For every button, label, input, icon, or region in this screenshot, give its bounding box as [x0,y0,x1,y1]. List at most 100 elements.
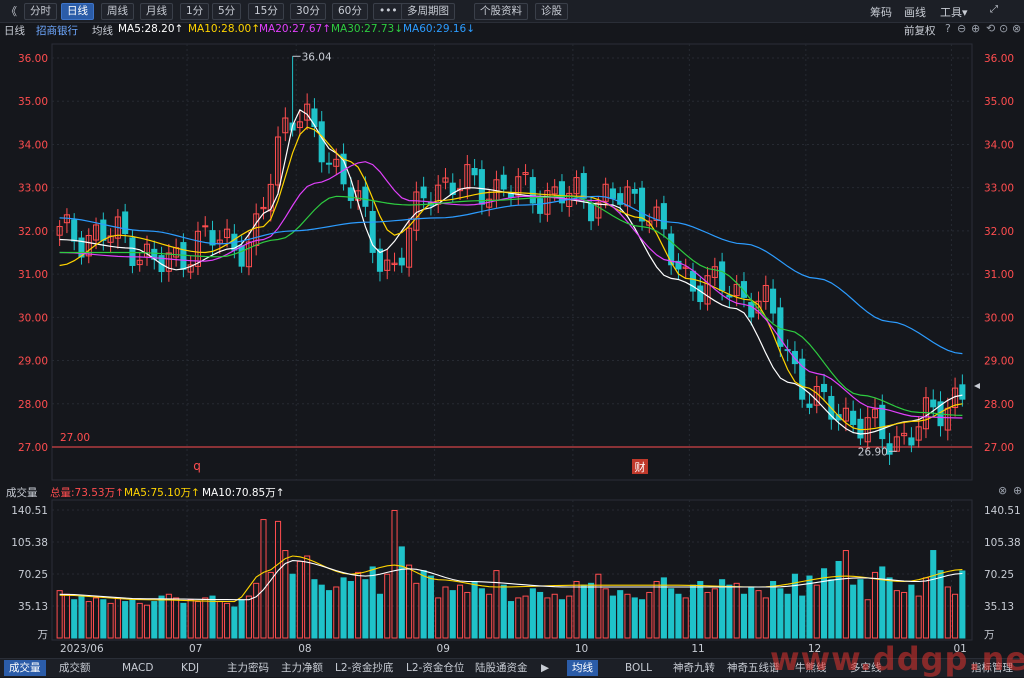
volume-bar [478,588,485,639]
volume-total: 总量:73.53万↑ [50,487,124,499]
volume-bar [704,591,711,639]
volume-title: 成交量 [6,487,38,499]
ind-next-arrow[interactable]: ▶ [536,660,554,676]
ind-kdj[interactable]: KDJ [176,660,204,676]
ind-magic9[interactable]: 神奇九转 [668,660,720,676]
volume-bar [143,604,151,639]
candle-body [420,186,427,199]
month-label: 11 [691,643,704,655]
price-tick-left: 35.00 [18,96,48,108]
volume-bar [820,568,828,639]
volume-tick-right: 140.51 [984,505,1021,517]
volume-bar [253,582,260,639]
price-tick-left: 36.00 [18,53,48,65]
volume-bar [165,593,172,639]
volume-bar [755,590,762,639]
candle-body [609,188,616,199]
candle-body [580,173,587,199]
volume-bar [609,595,616,639]
volume-bar [100,599,107,639]
candle-body [180,242,187,270]
volume-bar [631,597,638,639]
ind-main-net[interactable]: 主力净额 [276,660,328,676]
price-tick-right: 33.00 [984,183,1014,195]
volume-bar [71,599,78,639]
volume-bar [92,597,100,639]
volume-ma5: MA5:75.10万↑ [124,487,200,499]
ind-main-code[interactable]: 主力密码 [222,660,274,676]
candle-body [238,245,245,267]
volume-bar [901,591,908,639]
volume-bar [398,546,405,639]
ind-l2-position[interactable]: L2-资金仓位 [401,660,469,676]
volume-bar [435,597,442,639]
volume-more-icon[interactable]: ⊕ [1013,484,1022,497]
candle-body [507,193,515,198]
volume-bar [719,579,726,639]
ind-boll[interactable]: BOLL [620,660,657,676]
volume-bar [427,575,434,639]
candle-body [500,174,507,190]
volume-bar [653,581,660,639]
volume-bar [617,590,624,639]
ind-connect[interactable]: 陆股通资金 [470,660,533,676]
volume-bar [406,564,413,639]
volume-bar [245,595,252,639]
month-label: 2023/06 [60,643,104,655]
price-tick-right: 34.00 [984,139,1014,151]
volume-bar [937,570,944,639]
price-tick-right: 32.00 [984,226,1014,238]
candle-body [537,198,544,214]
volume-tick-left: 140.51 [11,505,48,517]
kline-chart[interactable]: 36.00 36.00 35.00 35.00 34.00 34.00 33.00 33.00… [0,0,1024,676]
volume-bar [799,595,806,639]
volume-bar [107,602,114,639]
candle-body [806,403,813,408]
price-tick-right: 35.00 [984,96,1014,108]
volume-tick-right: 35.13 [984,601,1014,613]
volume-bar [442,586,449,639]
volume-bar [588,582,595,639]
volume-bar [835,560,842,639]
volume-bar [413,582,420,639]
ind-macd[interactable]: MACD [117,660,158,676]
price-tick-left: 32.00 [18,226,48,238]
volume-bar [726,584,733,639]
volume-bar [784,593,791,639]
volume-bar [857,579,864,639]
volume-close-icon[interactable]: ⊗ [998,484,1007,497]
volume-bar [289,573,296,639]
volume-bar [675,593,682,639]
candle-body [719,261,726,292]
ind-l2-bottom[interactable]: L2-资金抄底 [330,660,398,676]
volume-bar [879,566,886,639]
candle-body [697,285,704,303]
volume-bar [129,599,136,639]
volume-bar [733,582,740,639]
price-tick-right: 36.00 [984,53,1014,65]
volume-bar [347,581,354,639]
candle-body [959,384,966,400]
volume-bar [420,570,427,639]
volume-bar [551,593,558,639]
volume-bar [646,591,653,639]
volume-bar [544,597,551,639]
ind-volume[interactable]: 成交量 [4,660,46,676]
volume-bar [580,584,587,639]
price-tick-right: 28.00 [984,399,1014,411]
event-marker-q: q [193,459,201,473]
candle-body [100,219,107,241]
candle-body [791,350,798,365]
volume-bar [194,601,202,639]
volume-bar [486,593,493,639]
month-label: 08 [298,643,311,655]
volume-bar [537,591,544,639]
volume-tick-left: 105.38 [11,537,48,549]
volume-bar [449,590,456,639]
price-tick-left: 27.00 [18,442,48,454]
volume-bar [56,590,63,639]
ind-ma[interactable]: 均线 [567,660,598,676]
ind-turnover[interactable]: 成交额 [54,660,96,676]
volume-bar [180,602,187,639]
volume-bar [63,593,70,639]
